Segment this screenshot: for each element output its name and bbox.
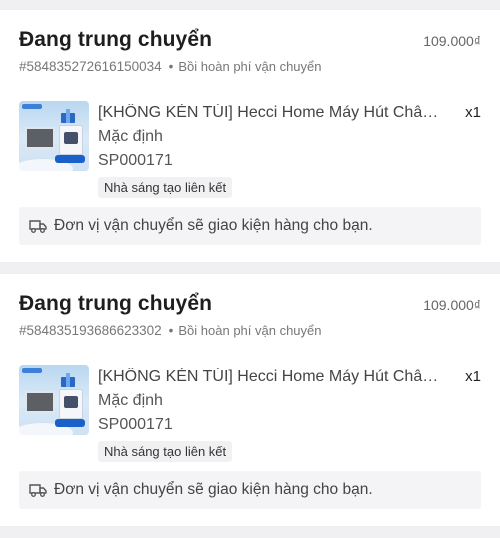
order-id: #584835193686623302 <box>19 323 162 338</box>
gift-icon <box>61 109 75 123</box>
refund-note: Bồi hoàn phí vận chuyển <box>178 323 322 338</box>
product-quantity: x1 <box>465 368 481 385</box>
order-status: Đang trung chuyển <box>19 292 213 315</box>
order-total: 109.000₫ <box>423 33 481 49</box>
separator-dot: • <box>168 323 174 338</box>
delivery-truck-icon <box>29 484 47 497</box>
product-name[interactable]: [KHÔNG KÉN TÚI] Hecci Home Máy Hút Chân … <box>98 104 443 122</box>
order-total: 109.000₫ <box>423 297 481 313</box>
shipping-notice-text: Đơn vị vận chuyển sẽ giao kiện hàng cho … <box>54 217 373 234</box>
order-meta: #584835193686623302 • Bồi hoàn phí vận chu… <box>19 323 322 338</box>
gift-icon <box>61 373 75 387</box>
product-sku: SP000171 <box>98 152 173 169</box>
shipping-notice[interactable]: Đơn vị vận chuyển sẽ giao kiện hàng cho … <box>19 471 481 509</box>
affiliate-badge: Nhà sáng tạo liên kết <box>98 177 233 198</box>
product-quantity: x1 <box>465 104 481 121</box>
product-variant: Mặc định <box>98 128 163 145</box>
shipping-notice[interactable]: Đơn vị vận chuyển sẽ giao kiện hàng cho … <box>19 207 481 245</box>
product-name[interactable]: [KHÔNG KÉN TÚI] Hecci Home Máy Hút Chân … <box>98 368 443 386</box>
order-card[interactable]: Đang trung chuyển 109.000₫ #584835272616… <box>0 10 500 262</box>
product-sku: SP000171 <box>98 416 173 433</box>
separator-dot: • <box>168 59 174 74</box>
delivery-truck-icon <box>29 220 47 233</box>
order-card[interactable]: Đang trung chuyển 109.000₫ #584835193686… <box>0 274 500 526</box>
order-status: Đang trung chuyển <box>19 28 213 51</box>
order-meta: #584835272616150034 • Bồi hoàn phí vận chu… <box>19 59 322 74</box>
product-thumbnail[interactable] <box>19 101 89 171</box>
order-id: #584835272616150034 <box>19 59 162 74</box>
shipping-notice-text: Đơn vị vận chuyển sẽ giao kiện hàng cho … <box>54 481 373 498</box>
refund-note: Bồi hoàn phí vận chuyển <box>178 59 322 74</box>
affiliate-badge: Nhà sáng tạo liên kết <box>98 441 233 462</box>
product-variant: Mặc định <box>98 392 163 409</box>
product-thumbnail[interactable] <box>19 365 89 435</box>
